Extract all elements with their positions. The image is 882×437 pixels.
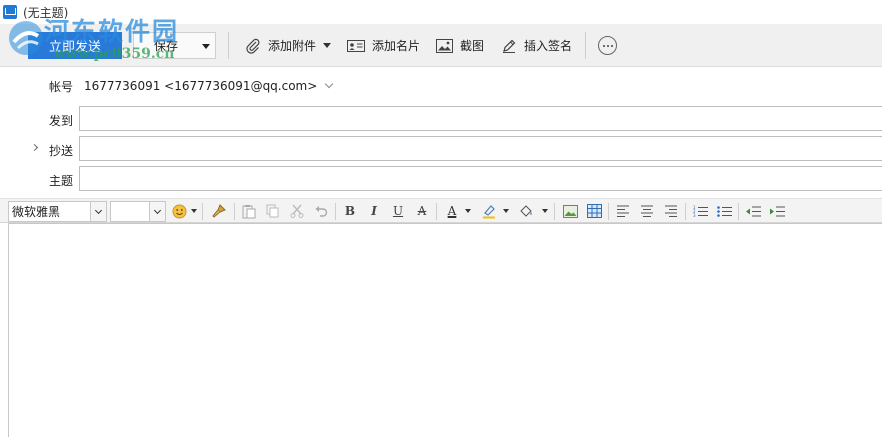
format-divider — [202, 203, 203, 220]
chevron-down-icon[interactable] — [465, 209, 471, 213]
to-input[interactable] — [79, 106, 882, 131]
chevron-down-icon[interactable] — [191, 209, 197, 213]
insert-table-icon[interactable] — [586, 203, 602, 219]
format-divider — [685, 203, 686, 220]
format-toolbar: 微软雅黑 B I U A A 1 2 3 — [0, 198, 882, 223]
highlight-icon[interactable] — [481, 203, 497, 219]
business-card-icon — [347, 39, 365, 52]
subject-input[interactable] — [79, 166, 882, 191]
font-family-value: 微软雅黑 — [12, 205, 61, 219]
save-label: 保存 — [154, 39, 179, 53]
account-value: 1677736091 <1677736091@qq.com> — [84, 79, 318, 93]
chevron-down-icon — [323, 43, 332, 48]
align-center-icon[interactable] — [639, 203, 655, 219]
insert-signature-label: 插入签名 — [524, 39, 573, 53]
chevron-down-icon — [325, 79, 334, 89]
pen-icon — [503, 39, 516, 53]
cc-input[interactable] — [79, 136, 882, 161]
add-business-card-button[interactable]: 添加名片 — [347, 32, 420, 59]
more-options-icon[interactable] — [598, 36, 617, 55]
title-bar: (无主题) — [0, 0, 882, 24]
bullet-list-icon[interactable] — [716, 203, 732, 219]
image-capture-icon — [436, 38, 453, 53]
format-divider — [608, 203, 609, 220]
format-painter-icon[interactable] — [211, 203, 227, 219]
chevron-down-icon — [202, 44, 210, 49]
underline-button[interactable]: U — [390, 203, 406, 219]
cc-row: 抄送 — [0, 136, 882, 162]
chevron-down-icon[interactable] — [542, 209, 548, 213]
insert-image-icon[interactable] — [562, 203, 578, 219]
to-row: 发到 — [0, 106, 882, 132]
toolbar-divider — [585, 32, 586, 59]
cut-icon[interactable] — [289, 203, 305, 219]
format-divider — [738, 203, 739, 220]
account-label: 帐号 — [48, 79, 73, 94]
align-left-icon[interactable] — [615, 203, 631, 219]
add-attachment-button[interactable]: 添加附件 — [245, 32, 332, 59]
mail-app-icon — [3, 5, 17, 19]
align-right-icon[interactable] — [663, 203, 679, 219]
account-row: 帐号 1677736091 <1677736091@qq.com> — [0, 75, 882, 97]
font-size-dropdown-button[interactable] — [149, 202, 165, 221]
add-attachment-label: 添加附件 — [268, 39, 317, 53]
save-dropdown[interactable]: 保存 — [133, 32, 216, 59]
account-selector[interactable]: 1677736091 <1677736091@qq.com> — [84, 79, 334, 93]
background-color-icon[interactable] — [518, 203, 534, 219]
format-divider — [335, 203, 336, 220]
emoji-icon[interactable] — [171, 203, 187, 219]
format-divider — [554, 203, 555, 220]
toolbar-divider — [228, 32, 229, 59]
screenshot-label: 截图 — [460, 39, 485, 53]
message-body-editor[interactable] — [8, 223, 882, 437]
to-label: 发到 — [48, 114, 73, 128]
format-divider — [234, 203, 235, 220]
subject-label: 主题 — [48, 174, 73, 188]
font-family-dropdown-button[interactable] — [90, 202, 106, 221]
subject-row: 主题 — [0, 166, 882, 192]
italic-button[interactable]: I — [366, 203, 382, 219]
indent-icon[interactable] — [769, 203, 785, 219]
send-now-button[interactable]: 立即发送 — [28, 32, 122, 59]
strikethrough-button[interactable]: A — [414, 203, 430, 219]
insert-signature-button[interactable]: 插入签名 — [501, 32, 572, 59]
screenshot-button[interactable]: 截图 — [436, 32, 484, 59]
format-divider — [436, 203, 437, 220]
svg-text:3: 3 — [693, 213, 696, 218]
outdent-icon[interactable] — [745, 203, 761, 219]
chevron-down-icon[interactable] — [503, 209, 509, 213]
numbered-list-icon[interactable]: 123 — [692, 203, 708, 219]
add-business-card-label: 添加名片 — [372, 39, 421, 53]
cc-label: 抄送 — [48, 144, 73, 158]
paperclip-icon — [246, 38, 260, 54]
window-title: (无主题) — [23, 5, 69, 20]
copy-icon[interactable] — [265, 203, 281, 219]
font-color-button[interactable]: A — [444, 203, 460, 219]
font-size-select[interactable] — [110, 201, 166, 222]
compose-toolbar: 立即发送 保存 添加附件 添加名片 截图 插入签名 — [0, 24, 882, 67]
undo-icon[interactable] — [313, 203, 329, 219]
font-family-select[interactable]: 微软雅黑 — [8, 201, 107, 222]
paste-icon[interactable] — [241, 203, 257, 219]
bold-button[interactable]: B — [342, 203, 358, 219]
